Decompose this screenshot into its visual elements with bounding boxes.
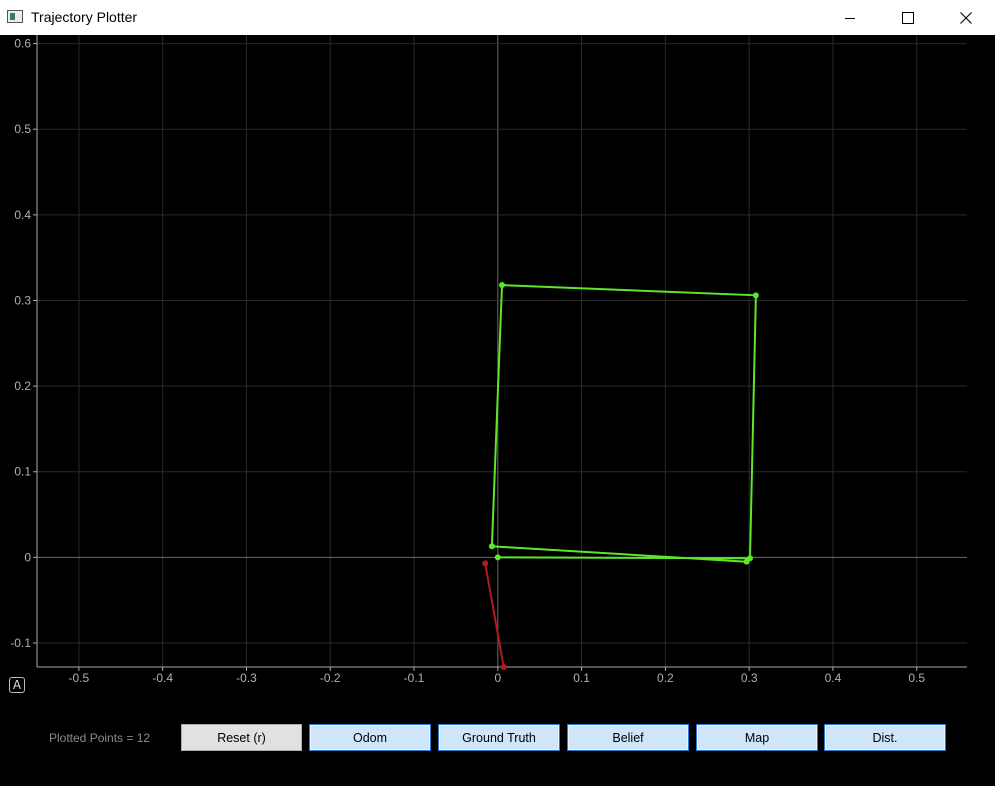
y-tick-label: 0 (24, 550, 31, 564)
trajectory-point (752, 292, 759, 299)
x-tick-label: -0.2 (320, 671, 341, 685)
y-tick-label: 0.2 (14, 379, 31, 393)
plotted-points-label: Plotted Points = 12 (49, 731, 151, 745)
x-tick-label: 0.4 (825, 671, 842, 685)
app-icon (7, 10, 23, 23)
y-tick-label: 0.5 (14, 122, 31, 136)
y-tick-label: 0.1 (14, 465, 31, 479)
trajectory-point (499, 282, 505, 289)
y-tick-label: 0.6 (14, 37, 31, 51)
x-tick-label: 0.1 (573, 671, 590, 685)
x-tick-label: -0.1 (404, 671, 425, 685)
heading-line (484, 563, 505, 668)
reset-button[interactable]: Reset (r) (181, 724, 302, 751)
trajectory-plot[interactable]: -0.5 -0.4 -0.3 -0.2 -0.1 0 0.1 0.2 0.3 0.4 0.5 -0.1… (0, 35, 995, 700)
x-tick-label: 0.5 (908, 671, 925, 685)
x-tick-label: 0 (494, 671, 501, 685)
x-tick-label: -0.5 (69, 671, 90, 685)
trajectory-point (488, 543, 495, 550)
dist-button[interactable]: Dist. (824, 724, 946, 751)
close-button[interactable] (937, 0, 995, 35)
title-bar: Trajectory Plotter (0, 0, 995, 35)
x-tick-label: -0.4 (152, 671, 173, 685)
heading-point (500, 664, 507, 670)
x-tick-label: 0.2 (657, 671, 674, 685)
trajectory-line (490, 284, 757, 563)
y-tick-label: 0.4 (14, 208, 31, 222)
plot-canvas[interactable]: -0.5 -0.4 -0.3 -0.2 -0.1 0 0.1 0.2 0.3 0.4 0.5 -0.1… (0, 35, 995, 700)
close-icon (960, 11, 972, 24)
x-tick-label: -0.3 (236, 671, 257, 685)
maximize-button[interactable] (879, 0, 937, 35)
map-button[interactable]: Map (696, 724, 818, 751)
y-tick-label: -0.1 (10, 636, 31, 650)
window-title: Trajectory Plotter (31, 9, 138, 25)
belief-button[interactable]: Belief (567, 724, 689, 751)
autoscale-button[interactable]: A (9, 677, 25, 693)
minimize-button[interactable] (821, 0, 879, 35)
ground-truth-button[interactable]: Ground Truth (438, 724, 560, 751)
trajectory-point (743, 558, 750, 565)
odom-button[interactable]: Odom (309, 724, 431, 751)
maximize-icon (902, 11, 914, 24)
x-tick-label: 0.3 (741, 671, 758, 685)
heading-point (482, 560, 489, 567)
y-tick-label: 0.3 (14, 293, 31, 307)
trajectory-point (494, 554, 501, 561)
minimize-icon (845, 17, 855, 19)
